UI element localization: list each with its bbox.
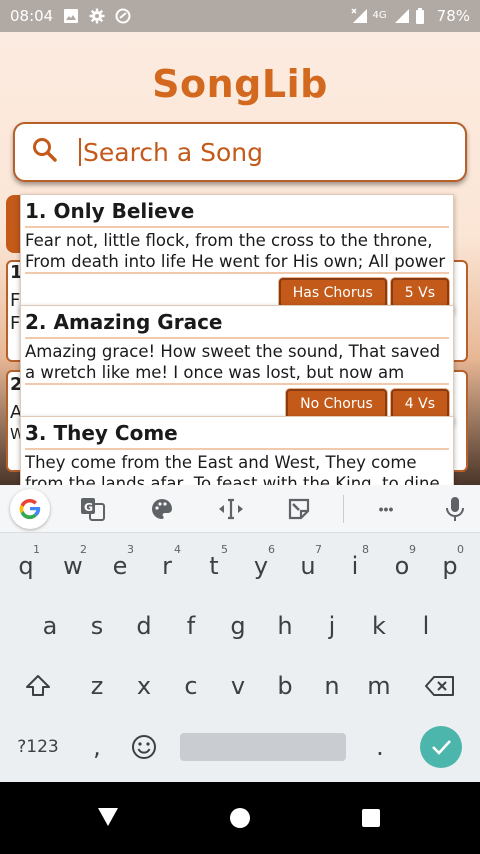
key-m[interactable]: m bbox=[357, 661, 401, 711]
sticker-icon[interactable] bbox=[283, 493, 315, 525]
song-lyrics: Fear not, little flock, from the cross t… bbox=[25, 230, 449, 274]
space-bar[interactable] bbox=[180, 733, 346, 761]
key-h[interactable]: h bbox=[263, 601, 307, 651]
text-cursor-icon[interactable] bbox=[215, 493, 247, 525]
key-k[interactable]: k bbox=[357, 601, 401, 651]
app-screen: SongLib Search a Song 1 F F 2 A W 1. Onl… bbox=[0, 32, 480, 485]
battery-percent: 78% bbox=[436, 7, 470, 25]
key-c[interactable]: c bbox=[169, 661, 213, 711]
translate-icon[interactable]: G bbox=[77, 493, 109, 525]
keyboard-toolbar: G ••• bbox=[0, 485, 480, 533]
period-key[interactable]: . bbox=[358, 722, 402, 772]
key-o[interactable]: o9 bbox=[380, 541, 424, 591]
key-i[interactable]: i8 bbox=[333, 541, 377, 591]
key-u[interactable]: u7 bbox=[286, 541, 330, 591]
recents-icon[interactable] bbox=[361, 808, 381, 833]
emoji-icon[interactable] bbox=[122, 722, 166, 772]
song-card[interactable]: 2. Amazing Grace Amazing grace! How swee… bbox=[20, 305, 454, 424]
network-label: 4G bbox=[372, 10, 387, 21]
search-input[interactable]: Search a Song bbox=[13, 122, 467, 182]
mic-icon[interactable] bbox=[439, 493, 471, 525]
status-bar: 08:04 4G 78% bbox=[0, 0, 480, 32]
back-icon[interactable] bbox=[96, 806, 120, 833]
song-card[interactable]: 1. Only Believe Fear not, little flock, … bbox=[20, 194, 454, 313]
verses-badge: 4 Vs bbox=[390, 389, 449, 419]
at-icon bbox=[115, 8, 131, 24]
chorus-badge: No Chorus bbox=[286, 389, 387, 419]
key-s[interactable]: s bbox=[75, 601, 119, 651]
key-r[interactable]: r4 bbox=[145, 541, 189, 591]
search-icon[interactable] bbox=[31, 136, 59, 169]
key-x[interactable]: x bbox=[122, 661, 166, 711]
home-icon[interactable] bbox=[229, 807, 251, 834]
key-j[interactable]: j bbox=[310, 601, 354, 651]
verses-badge: 5 Vs bbox=[390, 278, 449, 308]
key-a[interactable]: a bbox=[28, 601, 72, 651]
google-icon[interactable] bbox=[10, 489, 50, 529]
settings-icon bbox=[89, 8, 105, 24]
palette-icon[interactable] bbox=[146, 493, 178, 525]
text-cursor bbox=[79, 138, 81, 166]
backspace-icon[interactable] bbox=[418, 661, 462, 711]
song-title: 3. They Come bbox=[25, 421, 449, 450]
key-p[interactable]: p0 bbox=[428, 541, 472, 591]
key-n[interactable]: n bbox=[310, 661, 354, 711]
status-time: 08:04 bbox=[10, 7, 54, 25]
key-t[interactable]: t5 bbox=[192, 541, 236, 591]
navigation-bar bbox=[0, 782, 480, 854]
key-w[interactable]: w2 bbox=[51, 541, 95, 591]
key-b[interactable]: b bbox=[263, 661, 307, 711]
shift-icon[interactable] bbox=[16, 661, 60, 711]
image-icon bbox=[63, 8, 79, 24]
battery-icon bbox=[415, 8, 431, 24]
song-title: 2. Amazing Grace bbox=[25, 310, 449, 339]
key-v[interactable]: v bbox=[216, 661, 260, 711]
comma-key[interactable]: , bbox=[75, 722, 119, 772]
app-title: SongLib bbox=[152, 62, 328, 106]
signal-icon bbox=[393, 8, 409, 24]
signal-x-icon bbox=[351, 8, 367, 24]
key-d[interactable]: d bbox=[122, 601, 166, 651]
symbols-key[interactable]: ?123 bbox=[10, 722, 66, 772]
search-placeholder: Search a Song bbox=[83, 137, 263, 167]
background-card-text: F bbox=[10, 290, 21, 311]
song-title: 1. Only Believe bbox=[25, 199, 449, 228]
background-card-text: F bbox=[10, 313, 21, 334]
key-y[interactable]: y6 bbox=[239, 541, 283, 591]
key-l[interactable]: l bbox=[404, 601, 448, 651]
check-icon[interactable] bbox=[420, 726, 462, 768]
more-icon[interactable]: ••• bbox=[370, 493, 402, 525]
key-q[interactable]: q1 bbox=[4, 541, 48, 591]
song-lyrics: Amazing grace! How sweet the sound, That… bbox=[25, 341, 449, 385]
key-e[interactable]: e3 bbox=[98, 541, 142, 591]
key-z[interactable]: z bbox=[75, 661, 119, 711]
toolbar-divider bbox=[343, 495, 344, 523]
key-g[interactable]: g bbox=[216, 601, 260, 651]
soft-keyboard: G ••• q1 w2 e3 r4 t5 y6 u7 i8 o9 p0 a s … bbox=[0, 485, 480, 782]
chorus-badge: Has Chorus bbox=[278, 278, 387, 308]
key-f[interactable]: f bbox=[169, 601, 213, 651]
song-card[interactable]: 3. They Come They come from the East and… bbox=[20, 416, 454, 485]
svg-text:G: G bbox=[84, 501, 93, 514]
song-lyrics: They come from the East and West, They c… bbox=[25, 453, 440, 485]
